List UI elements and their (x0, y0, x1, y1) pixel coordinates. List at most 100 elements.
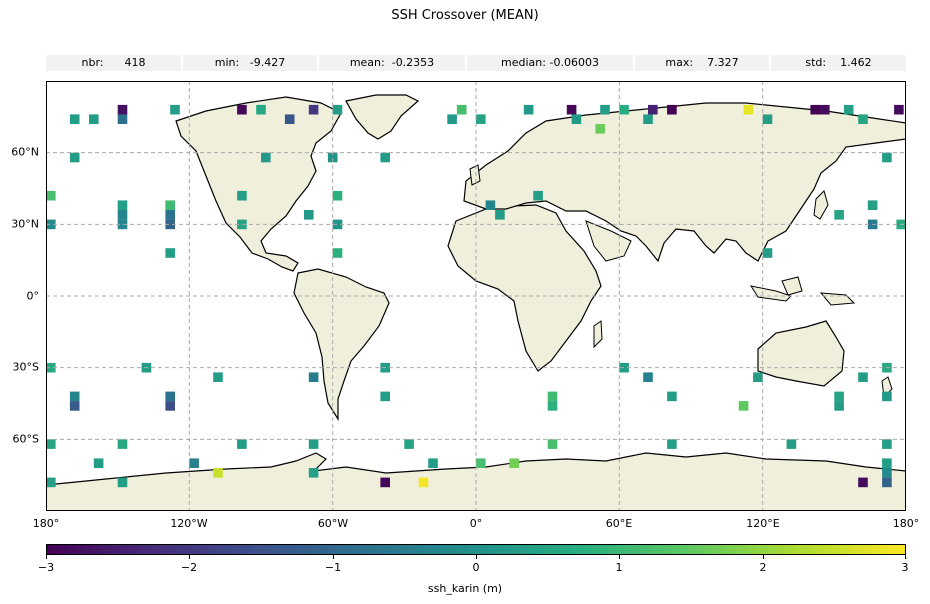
colorbar-tick-label: 3 (901, 561, 909, 574)
ssh-cell (237, 104, 247, 115)
landmass-japan (813, 190, 829, 220)
colorbar-tick-label: −1 (324, 561, 342, 574)
ssh-cell (547, 401, 558, 411)
ssh-cell (858, 114, 868, 124)
ssh-cell (165, 248, 175, 258)
x-tick-label: 0° (469, 517, 483, 530)
ssh-cell (619, 104, 629, 115)
stat-label: nbr: (81, 56, 104, 69)
colorbar-tick-mark (189, 555, 190, 559)
stat-label: max: (665, 56, 694, 69)
ssh-cell (308, 468, 319, 478)
ssh-cell (738, 401, 749, 411)
ssh-cell (46, 477, 56, 488)
ssh-cell (165, 200, 175, 210)
ssh-cell (485, 200, 496, 210)
ssh-cell (882, 391, 892, 402)
ssh-cell (93, 458, 104, 468)
ssh-cell (600, 104, 610, 115)
ssh-cell (566, 104, 577, 115)
ssh-cell (380, 152, 390, 163)
colorbar-tick-mark (619, 555, 620, 559)
colorbar-tick-label: 1 (615, 561, 623, 574)
ssh-cell (643, 372, 653, 382)
ssh-cell (834, 210, 844, 220)
colorbar-tick-label: 2 (759, 561, 767, 574)
ssh-cell (834, 391, 844, 402)
stat-max: max: 7.327 (635, 55, 769, 71)
ssh-cell (261, 152, 271, 163)
ssh-cell (256, 104, 266, 115)
ssh-cell (332, 104, 343, 115)
ssh-cell (753, 372, 763, 382)
stat-std: std: 1.462 (771, 55, 906, 71)
ssh-cell (117, 439, 128, 449)
ssh-cell (117, 200, 128, 210)
ssh-cell (46, 190, 56, 201)
ssh-cell (69, 401, 80, 411)
x-tick-label: 120°E (746, 517, 780, 530)
ssh-cell (165, 391, 175, 402)
ssh-cell (237, 190, 247, 201)
ssh-cell (404, 439, 414, 449)
ssh-cell (509, 458, 519, 468)
ssh-cell (571, 114, 582, 124)
world-map[interactable] (46, 81, 906, 511)
landmass-south-america (293, 268, 390, 422)
landmass-madagascar (593, 320, 603, 349)
ssh-cell (495, 210, 505, 220)
ssh-cell (547, 439, 558, 449)
ssh-cell (834, 401, 844, 411)
x-tick-label: 60°E (605, 517, 633, 530)
landmass-australia (757, 320, 845, 387)
ssh-cell (332, 190, 343, 201)
x-tick-label: 60°W (317, 517, 349, 530)
landmass-uk (469, 164, 481, 186)
colorbar-tick-label: 0 (472, 561, 480, 574)
ssh-cell (762, 114, 773, 124)
ssh-cell (213, 372, 223, 382)
colorbar-tick-mark (905, 555, 906, 559)
ssh-cell (667, 391, 677, 402)
map-panel[interactable] (46, 81, 906, 511)
y-tick-label: 60°S (12, 432, 39, 446)
landmass-new-guinea (819, 292, 856, 306)
ssh-cell (304, 210, 314, 220)
ssh-cell (476, 114, 486, 124)
stat-nbr: nbr: 418 (46, 55, 181, 71)
stat-value: -9.427 (249, 56, 286, 69)
x-tick-label: 120°W (170, 517, 208, 530)
stat-label: min: (214, 56, 240, 69)
ssh-cell (547, 391, 558, 402)
y-tick-label: 0° (26, 289, 40, 303)
ssh-cell (308, 372, 319, 382)
ssh-cell (418, 477, 429, 488)
colorbar-tick-mark (476, 555, 477, 559)
ssh-cell (89, 114, 99, 124)
ssh-cell (213, 468, 223, 478)
colorbar-tick-mark (763, 555, 764, 559)
landmass-borneo (781, 276, 803, 296)
colorbar-tick-label: −2 (180, 561, 198, 574)
colorbar-tick-mark (333, 555, 334, 559)
ssh-cell (165, 210, 175, 220)
ssh-cell (810, 104, 820, 115)
ssh-cell (858, 372, 868, 382)
ssh-cell (743, 104, 754, 115)
x-tick-label: 180° (892, 517, 920, 530)
landmass-africa (447, 204, 602, 372)
stats-bar: nbr: 418 min: -9.427 mean: -0.2353 media… (46, 55, 906, 71)
ssh-cell (843, 104, 854, 115)
y-tick-label: 60°N (11, 145, 39, 159)
ssh-cell (643, 114, 653, 124)
colorbar-tick-label: −3 (37, 561, 55, 574)
landmass-greenland (345, 94, 420, 140)
ssh-cell (894, 104, 904, 115)
ssh-cell (117, 114, 128, 124)
landmass-north-america (175, 96, 342, 272)
ssh-cell (284, 114, 295, 124)
ssh-cell (117, 477, 128, 488)
ssh-cell (69, 152, 80, 163)
ssh-cell (667, 439, 677, 449)
ssh-cell (380, 391, 390, 402)
